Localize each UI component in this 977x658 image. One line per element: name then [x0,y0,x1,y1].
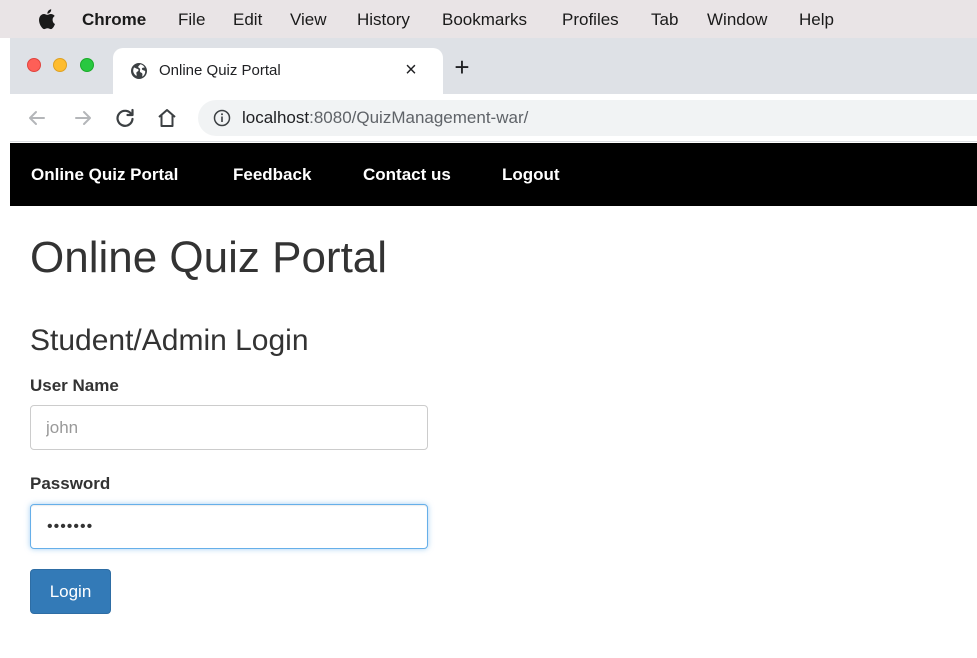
apple-logo-icon[interactable] [38,8,56,30]
password-input[interactable]: ••••••• [30,504,428,549]
menu-profiles[interactable]: Profiles [562,10,619,30]
page-title: Online Quiz Portal [30,233,388,282]
back-arrow-icon[interactable] [25,106,49,130]
menu-window[interactable]: Window [707,10,767,30]
navbar-brand-link[interactable]: Online Quiz Portal [31,165,178,185]
menu-history[interactable]: History [357,10,410,30]
navbar-contact-link[interactable]: Contact us [363,165,451,185]
forward-arrow-icon[interactable] [71,106,95,130]
tab-strip: Online Quiz Portal × + [10,38,977,94]
browser-window: Online Quiz Portal × + localhost:8080/Qu… [10,38,977,658]
menu-file[interactable]: File [178,10,205,30]
username-label: User Name [30,376,119,395]
menu-view[interactable]: View [290,10,327,30]
browser-toolbar: localhost:8080/QuizManagement-war/ [10,94,977,142]
window-close-button[interactable] [27,58,41,72]
browser-tab-active[interactable]: Online Quiz Portal × [113,48,443,94]
new-tab-button[interactable]: + [449,54,475,80]
address-url[interactable]: localhost:8080/QuizManagement-war/ [242,108,528,128]
tab-close-icon[interactable]: × [400,59,422,82]
menu-bookmarks[interactable]: Bookmarks [442,10,527,30]
navbar-logout-link[interactable]: Logout [502,165,560,185]
reload-icon[interactable] [113,106,137,130]
address-bar[interactable]: localhost:8080/QuizManagement-war/ [198,100,977,136]
username-input[interactable] [30,405,428,450]
globe-icon [131,63,147,79]
menu-tab[interactable]: Tab [651,10,678,30]
home-icon[interactable] [155,106,179,130]
tab-title: Online Quiz Portal [159,62,281,79]
macos-menubar: Chrome File Edit View History Bookmarks … [0,0,977,38]
login-heading: Student/Admin Login [30,324,309,357]
password-mask: ••••••• [47,518,94,535]
window-minimize-button[interactable] [53,58,67,72]
site-navbar: Online Quiz Portal Feedback Contact us L… [10,143,977,206]
menu-app-chrome[interactable]: Chrome [82,10,146,30]
url-path: :8080/QuizManagement-war/ [309,108,529,127]
navbar-feedback-link[interactable]: Feedback [233,165,311,185]
menu-help[interactable]: Help [799,10,834,30]
menu-edit[interactable]: Edit [233,10,262,30]
url-host: localhost [242,108,310,127]
site-info-icon[interactable] [213,109,231,127]
window-zoom-button[interactable] [80,58,94,72]
password-label: Password [30,474,111,493]
login-button[interactable]: Login [30,569,111,614]
